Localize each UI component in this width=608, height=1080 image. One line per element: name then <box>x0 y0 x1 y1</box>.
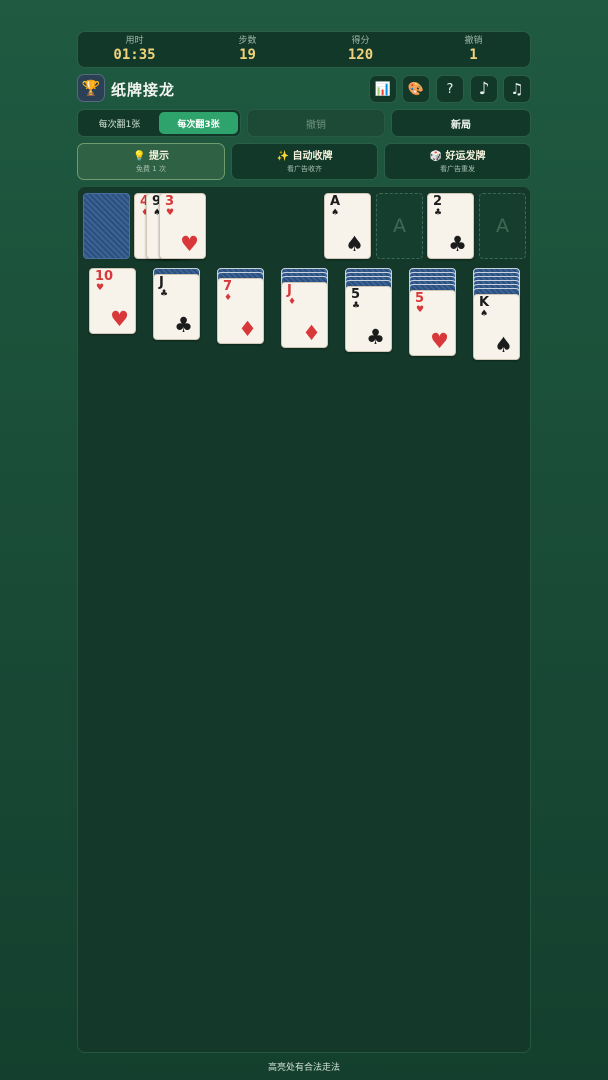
lucky-deal-title: 好运发牌 <box>445 151 486 162</box>
help-button[interactable]: ? <box>436 75 464 103</box>
card-suit-large: ♣ <box>366 325 385 349</box>
lucky-deal-subtitle: 看广告重发 <box>440 165 475 173</box>
stat-moves-value: 19 <box>239 47 256 63</box>
app-title: 纸牌接龙 <box>111 81 176 99</box>
card-rank: 10 <box>95 269 114 284</box>
dice-icon: 🎲 <box>429 151 442 162</box>
tableau-card[interactable]: 7 ♦ ♦ <box>217 278 264 344</box>
card-suit-small: ♣ <box>434 208 443 218</box>
chart-icon: 📊 <box>374 81 392 97</box>
card-suit-small: ♣ <box>352 301 361 311</box>
card-rank: J <box>287 283 292 298</box>
auto-collect-title: 自动收牌 <box>292 151 333 162</box>
draw-1-option[interactable]: 每次翻1张 <box>80 112 159 134</box>
card-suit-small: ♦ <box>288 297 297 307</box>
card-rank: 3 <box>165 194 175 209</box>
card-suit-large: ♦ <box>238 317 257 341</box>
hint-button[interactable]: 💡 提示 免费 1 次 <box>77 143 225 180</box>
sound-button[interactable]: ♫ <box>503 75 531 103</box>
sparkle-icon: ✨ <box>276 151 289 162</box>
music-button[interactable]: ♪ <box>470 75 498 103</box>
stats-bar: 用时 01:35 步数 19 得分 120 撤销 1 <box>77 31 531 68</box>
card-suit-large: ♦ <box>302 321 321 345</box>
card-suit-large: ♥ <box>180 232 199 256</box>
stat-time-label: 用时 <box>125 36 144 46</box>
sound-notes-icon: ♫ <box>510 80 524 98</box>
stat-undo-value: 1 <box>469 47 478 63</box>
lucky-deal-button[interactable]: 🎲 好运发牌 看广告重发 <box>384 143 531 180</box>
card-suit-small: ♥ <box>96 283 105 293</box>
theme-button[interactable]: 🎨 <box>402 75 430 103</box>
undo-button[interactable]: 撤销 <box>247 109 385 137</box>
card-suit-small: ♠ <box>331 208 340 218</box>
card-suit-large: ♥ <box>110 307 129 331</box>
card-suit-small: ♣ <box>160 289 169 299</box>
stock-pile[interactable] <box>83 193 130 259</box>
draw-3-option[interactable]: 每次翻3张 <box>159 112 238 134</box>
card-rank: A <box>330 194 341 209</box>
card-suit-small: ♥ <box>416 305 425 315</box>
lightbulb-icon: 💡 <box>133 151 146 162</box>
music-note-icon: ♪ <box>478 79 490 99</box>
stat-score-value: 120 <box>347 47 374 63</box>
stat-undo-label: 撤销 <box>464 36 483 46</box>
auto-collect-subtitle: 看广告收齐 <box>287 165 322 173</box>
card-suit-large: ♠ <box>345 232 364 256</box>
card-rank: 2 <box>433 194 443 209</box>
card-rank: 5 <box>351 287 361 302</box>
new-game-button[interactable]: 新局 <box>391 109 531 137</box>
tableau-card[interactable]: 5 ♣ ♣ <box>345 286 392 352</box>
hint-subtitle: 免费 1 次 <box>136 165 166 173</box>
card-suit-large: ♣ <box>174 313 193 337</box>
stat-moves-label: 步数 <box>238 36 257 46</box>
title-row: 🏆 纸牌接龙 📊 🎨 ? ♪ ♫ <box>77 74 531 104</box>
tableau-card[interactable]: 10 ♥ ♥ <box>89 268 136 334</box>
stat-moves: 步数 19 <box>198 36 298 63</box>
help-icon: ? <box>446 81 454 97</box>
hint-title: 提示 <box>148 151 169 162</box>
card-suit-small: ♥ <box>166 208 175 218</box>
trophy-icon: 🏆 <box>77 74 105 102</box>
foundation-card[interactable]: 2 ♣ ♣ <box>427 193 474 259</box>
card-suit-large: ♣ <box>448 232 467 256</box>
footer-hint-text: 高亮处有合法走法 <box>267 1063 340 1073</box>
stat-time-value: 01:35 <box>113 47 156 63</box>
foundation-empty-slot[interactable]: A <box>479 193 526 259</box>
card-rank: 7 <box>223 279 233 294</box>
tableau-card[interactable]: K ♠ ♠ <box>473 294 520 360</box>
waste-card[interactable]: 3 ♥ ♥ <box>159 193 206 259</box>
stat-score-label: 得分 <box>351 36 370 46</box>
stat-undo: 撤销 1 <box>424 36 524 63</box>
tableau-card[interactable]: J ♦ ♦ <box>281 282 328 348</box>
stat-time: 用时 01:35 <box>85 36 185 63</box>
palette-icon: 🎨 <box>407 81 425 97</box>
card-suit-large: ♥ <box>430 329 449 353</box>
stat-score: 得分 120 <box>311 36 411 63</box>
tableau-card[interactable]: J ♣ ♣ <box>153 274 200 340</box>
game-board: 4♦♦9♠♠3♥♥A♠♠A2♣♣A10♥♥J♣♣7♦♦J♦♦5♣♣5♥♥K♠♠ <box>77 186 531 1053</box>
card-rank: J <box>159 275 164 290</box>
card-rank: K <box>479 295 490 310</box>
auto-collect-button[interactable]: ✨ 自动收牌 看广告收齐 <box>231 143 378 180</box>
card-suit-small: ♦ <box>224 293 233 303</box>
card-suit-large: ♠ <box>494 333 513 357</box>
card-suit-small: ♠ <box>480 309 489 319</box>
stats-chart-button[interactable]: 📊 <box>369 75 397 103</box>
foundation-empty-slot[interactable]: A <box>376 193 423 259</box>
draw-mode-toggle: 每次翻1张 每次翻3张 <box>77 109 241 137</box>
foundation-card[interactable]: A ♠ ♠ <box>324 193 371 259</box>
tableau-card[interactable]: 5 ♥ ♥ <box>409 290 456 356</box>
card-rank: 5 <box>415 291 425 306</box>
